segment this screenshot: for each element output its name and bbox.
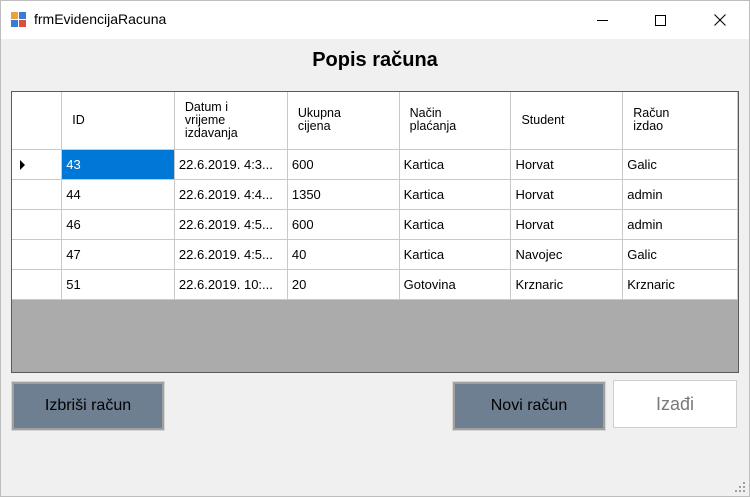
delete-invoice-button[interactable]: Izbriši račun — [11, 381, 165, 431]
row-header[interactable] — [12, 209, 63, 240]
cell-total[interactable]: 20 — [287, 269, 400, 300]
column-header-payment[interactable]: Način plaćanja — [399, 92, 512, 150]
cell-date[interactable]: 22.6.2019. 4:4... — [174, 179, 288, 210]
cell-date[interactable]: 22.6.2019. 4:5... — [174, 209, 288, 240]
cell-payment[interactable]: Kartica — [399, 179, 512, 210]
cell-issuer[interactable]: Galic — [622, 239, 738, 270]
column-header-student[interactable]: Student — [510, 92, 624, 150]
current-row-arrow-icon — [20, 159, 25, 170]
cell-student[interactable]: Horvat — [510, 209, 624, 240]
row-header[interactable] — [12, 179, 63, 210]
table-row[interactable]: 51 22.6.2019. 10:... 20 Gotovina Krznari… — [12, 269, 738, 300]
close-icon — [714, 14, 726, 26]
cell-id[interactable]: 44 — [61, 179, 175, 210]
cell-total[interactable]: 600 — [287, 149, 400, 180]
cell-issuer[interactable]: admin — [622, 209, 738, 240]
header-row: ID Datum i vrijeme izdavanja Ukupna cije… — [12, 92, 738, 150]
cell-issuer[interactable]: Krznaric — [622, 269, 738, 300]
invoice-data-grid[interactable]: ID Datum i vrijeme izdavanja Ukupna cije… — [11, 91, 739, 373]
maximize-icon — [654, 14, 666, 26]
table-row[interactable]: 43 22.6.2019. 4:3... 600 Kartica Horvat … — [12, 149, 738, 180]
resize-grip-icon[interactable] — [734, 481, 746, 493]
cell-id[interactable]: 43 — [61, 149, 175, 180]
cell-date[interactable]: 22.6.2019. 10:... — [174, 269, 288, 300]
cell-issuer[interactable]: Galic — [622, 149, 738, 180]
cell-payment[interactable]: Kartica — [399, 209, 512, 240]
form-icon — [11, 12, 27, 28]
cell-student[interactable]: Navojec — [510, 239, 624, 270]
invoice-table: ID Datum i vrijeme izdavanja Ukupna cije… — [12, 92, 738, 300]
new-invoice-button[interactable]: Novi račun — [452, 381, 606, 431]
cell-date[interactable]: 22.6.2019. 4:5... — [174, 239, 288, 270]
close-button[interactable] — [691, 1, 749, 39]
column-header-issuer[interactable]: Račun izdao — [622, 92, 738, 150]
cell-payment[interactable]: Kartica — [399, 239, 512, 270]
window-title: frmEvidencijaRacuna — [34, 11, 167, 27]
exit-button[interactable]: Izađi — [613, 380, 737, 428]
column-header-id[interactable]: ID — [61, 92, 175, 150]
row-header[interactable] — [12, 269, 63, 300]
cell-total[interactable]: 1350 — [287, 179, 400, 210]
cell-date[interactable]: 22.6.2019. 4:3... — [174, 149, 288, 180]
row-header[interactable] — [12, 149, 63, 180]
cell-payment[interactable]: Gotovina — [399, 269, 512, 300]
app-window: frmEvidencijaRacuna Popis računa ID Datu… — [0, 0, 750, 497]
cell-id[interactable]: 47 — [61, 239, 175, 270]
cell-student[interactable]: Horvat — [510, 149, 624, 180]
table-row[interactable]: 47 22.6.2019. 4:5... 40 Kartica Navojec … — [12, 239, 738, 270]
column-header-total[interactable]: Ukupna cijena — [287, 92, 400, 150]
title-bar[interactable]: frmEvidencijaRacuna — [1, 1, 749, 39]
maximize-button[interactable] — [631, 1, 689, 39]
corner-header[interactable] — [12, 92, 63, 150]
cell-student[interactable]: Horvat — [510, 179, 624, 210]
table-row[interactable]: 44 22.6.2019. 4:4... 1350 Kartica Horvat… — [12, 179, 738, 210]
row-header[interactable] — [12, 239, 63, 270]
page-title: Popis računa — [312, 49, 438, 71]
minimize-icon — [596, 19, 608, 21]
cell-payment[interactable]: Kartica — [399, 149, 512, 180]
cell-total[interactable]: 600 — [287, 209, 400, 240]
cell-id[interactable]: 51 — [61, 269, 175, 300]
cell-issuer[interactable]: admin — [622, 179, 738, 210]
cell-id[interactable]: 46 — [61, 209, 175, 240]
column-header-date[interactable]: Datum i vrijeme izdavanja — [174, 92, 288, 150]
cell-total[interactable]: 40 — [287, 239, 400, 270]
minimize-button[interactable] — [573, 1, 631, 39]
cell-student[interactable]: Krznaric — [510, 269, 624, 300]
table-row[interactable]: 46 22.6.2019. 4:5... 600 Kartica Horvat … — [12, 209, 738, 240]
